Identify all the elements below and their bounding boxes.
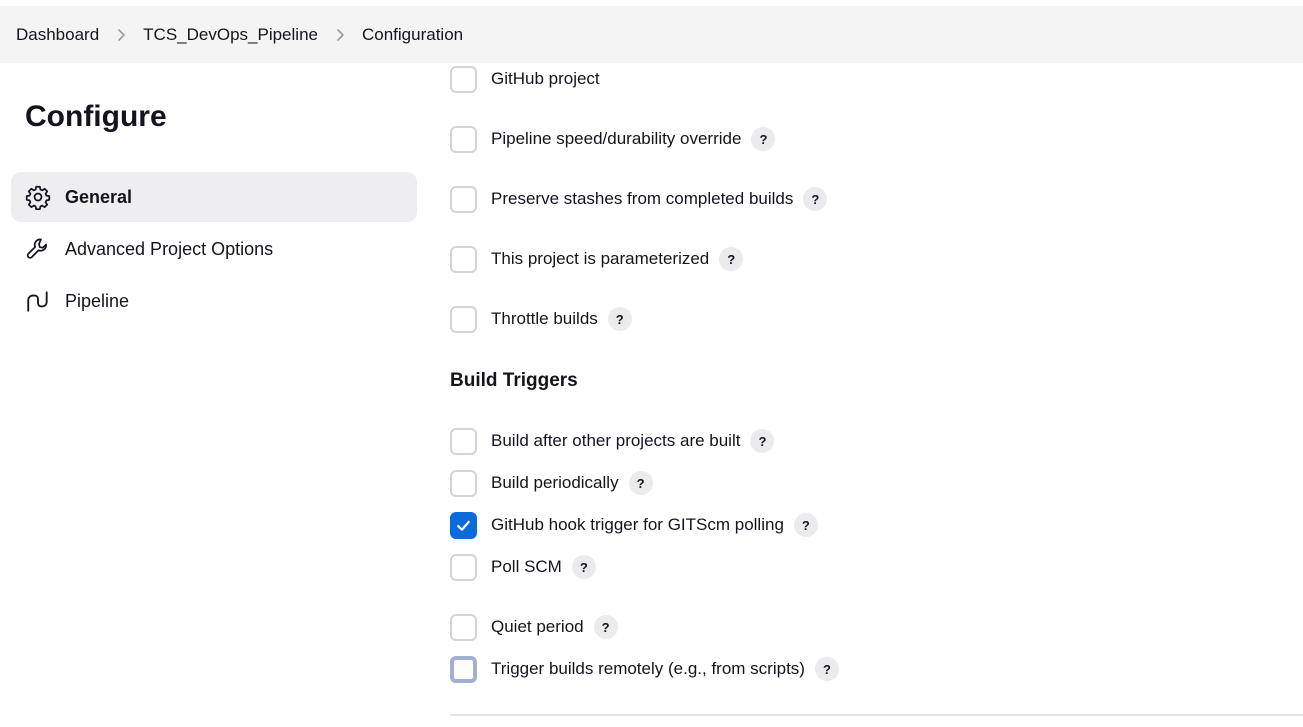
option-preserve-stashes: Preserve stashes from completed builds ? — [450, 185, 828, 213]
page-title: Configure — [25, 100, 167, 133]
trigger-builds-remotely-checkbox[interactable] — [450, 655, 477, 683]
option-label: Throttle builds — [491, 309, 598, 328]
sidebar-item-advanced-project-options[interactable]: Advanced Project Options — [11, 224, 417, 274]
trigger-build-after-other-projects: Build after other projects are built ? — [450, 427, 775, 455]
option-label: Pipeline speed/durability override — [491, 129, 742, 148]
trigger-build-periodically: Build periodically ? — [450, 469, 653, 497]
help-icon[interactable]: ? — [793, 513, 818, 537]
section-divider — [450, 714, 1303, 716]
help-icon[interactable]: ? — [719, 247, 744, 271]
option-throttle-builds: Throttle builds ? — [450, 305, 632, 333]
breadcrumb: Dashboard TCS_DevOps_Pipeline Configurat… — [0, 6, 1303, 63]
option-label: GitHub hook trigger for GITScm polling — [491, 515, 784, 534]
help-icon[interactable]: ? — [593, 615, 618, 639]
option-label: This project is parameterized — [491, 249, 710, 268]
build-after-other-projects-checkbox[interactable] — [450, 427, 477, 455]
pipeline-icon — [25, 288, 51, 314]
option-label: Build after other projects are built — [491, 431, 741, 450]
trigger-builds-remotely: Trigger builds remotely (e.g., from scri… — [450, 655, 839, 683]
sidebar-item-general[interactable]: General — [11, 172, 417, 222]
breadcrumb-configuration[interactable]: Configuration — [362, 25, 463, 45]
chevron-right-icon — [99, 25, 143, 45]
breadcrumb-dashboard[interactable]: Dashboard — [16, 25, 99, 45]
help-icon[interactable]: ? — [571, 555, 596, 579]
help-icon[interactable]: ? — [814, 657, 839, 681]
sidebar-item-pipeline[interactable]: Pipeline — [11, 276, 417, 326]
trigger-poll-scm: Poll SCM ? — [450, 553, 596, 581]
build-periodically-checkbox[interactable] — [450, 469, 477, 497]
option-label: GitHub project — [491, 69, 600, 88]
help-icon[interactable]: ? — [628, 471, 653, 495]
help-icon[interactable]: ? — [607, 307, 632, 331]
throttle-builds-checkbox[interactable] — [450, 305, 477, 333]
option-project-parameterized: This project is parameterized ? — [450, 245, 744, 273]
breadcrumb-project[interactable]: TCS_DevOps_Pipeline — [143, 25, 318, 45]
checkmark-icon — [457, 520, 470, 531]
github-hook-trigger-checkbox[interactable] — [450, 511, 477, 539]
sidebar-item-label: General — [65, 186, 133, 207]
pipeline-speed-durability-override-checkbox[interactable] — [450, 125, 477, 153]
gear-icon — [25, 184, 51, 210]
sidebar-item-label: Advanced Project Options — [65, 238, 274, 259]
trigger-quiet-period: Quiet period ? — [450, 613, 618, 641]
option-label: Build periodically — [491, 473, 619, 492]
sidebar-item-label: Pipeline — [65, 290, 130, 311]
option-label: Preserve stashes from completed builds — [491, 189, 794, 208]
trigger-github-hook: GitHub hook trigger for GITScm polling ? — [450, 511, 818, 539]
github-project-checkbox[interactable] — [450, 65, 477, 93]
build-triggers-heading: Build Triggers — [450, 370, 578, 391]
preserve-stashes-checkbox[interactable] — [450, 185, 477, 213]
option-label: Trigger builds remotely (e.g., from scri… — [491, 659, 805, 678]
option-github-project: GitHub project — [450, 65, 600, 93]
help-icon[interactable]: ? — [803, 187, 828, 211]
option-pipeline-speed-durability-override: Pipeline speed/durability override ? — [450, 125, 776, 153]
help-icon[interactable]: ? — [751, 127, 776, 151]
option-label: Quiet period — [491, 617, 584, 636]
wrench-icon — [25, 236, 51, 262]
option-label: Poll SCM — [491, 557, 562, 576]
chevron-right-icon — [318, 25, 362, 45]
poll-scm-checkbox[interactable] — [450, 553, 477, 581]
project-parameterized-checkbox[interactable] — [450, 245, 477, 273]
help-icon[interactable]: ? — [750, 429, 775, 453]
quiet-period-checkbox[interactable] — [450, 613, 477, 641]
